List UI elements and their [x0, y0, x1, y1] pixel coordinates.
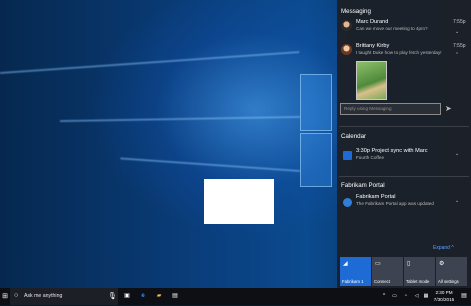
notification-sender: Brittany Kirby — [356, 43, 390, 49]
calendar-icon — [343, 151, 352, 160]
notification-time: 7:55p — [453, 43, 466, 49]
volume-icon[interactable]: ◁ — [412, 288, 421, 305]
chevron-down-icon[interactable]: ⌄ — [455, 198, 459, 204]
chevron-down-icon[interactable]: ⌄ — [455, 151, 459, 157]
divider — [339, 126, 469, 127]
chevron-down-icon[interactable]: ⌄ — [455, 29, 459, 35]
cortana-search-box[interactable]: ○ Ask me anything 🎙︎ — [10, 288, 118, 305]
connect-icon: ▭ — [375, 261, 381, 267]
notification-sender: Marc Durand — [356, 19, 389, 25]
notification-brittany-kirby[interactable]: Brittany Kirby I taught Duke how to play… — [339, 42, 469, 102]
notification-message: Can we move our meeting to 4pm? — [356, 26, 428, 31]
light-beam — [120, 157, 301, 172]
wifi-icon[interactable]: ◔ — [401, 288, 410, 305]
event-location: Fourth Coffee — [356, 155, 385, 160]
task-view-icon[interactable]: ▣ — [121, 288, 133, 305]
quick-action-label: Tablet mode — [406, 279, 430, 284]
notification-marc-durand[interactable]: Marc Durand Can we move our meeting to 4… — [339, 18, 469, 40]
file-explorer-icon[interactable]: ▰ — [153, 288, 165, 305]
portal-title: Fabrikam Portal — [356, 194, 396, 200]
action-center-icon[interactable]: ▤ — [459, 288, 469, 305]
notification-message: I taught Duke how to play fetch yesterda… — [356, 50, 442, 55]
divider — [339, 176, 469, 177]
windows-icon: ⊞ — [2, 293, 8, 300]
quick-action-label: All settings — [438, 279, 459, 284]
expand-link[interactable]: Expand ^ — [433, 245, 454, 251]
taskbar: ⊞ ○ Ask me anything 🎙︎ ▣ e ▰ ▤ ^ ▭ ◔ ◁ ▦… — [0, 288, 471, 305]
light-beam — [0, 51, 300, 74]
portal-section-title: Fabrikam Portal — [341, 182, 385, 189]
quick-action-label: Connect — [374, 279, 391, 284]
chevron-up-icon[interactable]: ^ — [380, 288, 388, 305]
notification-fabrikam-portal[interactable]: Fabrikam Portal The Fabrikam Portal app … — [339, 192, 469, 214]
quick-action-connect[interactable]: ▭ Connect — [372, 257, 403, 286]
dog-photo-thumbnail[interactable] — [356, 61, 387, 100]
store-icon[interactable]: ▤ — [169, 288, 181, 305]
search-icon: ○ — [14, 292, 19, 299]
portal-message: The Fabrikam Portal app was updated — [356, 201, 434, 206]
notification-calendar-event[interactable]: 3:30p Project sync with Marc Fourth Coff… — [339, 145, 469, 169]
quick-action-tablet-mode[interactable]: ▯ Tablet mode — [404, 257, 435, 286]
quick-action-label: Fabrikam 1 — [342, 279, 364, 284]
quick-action-all-settings[interactable]: ⚙ All settings — [436, 257, 467, 286]
calendar-section-title: Calendar — [341, 133, 367, 140]
tablet-icon: ▯ — [407, 261, 411, 267]
portal-app-icon — [343, 198, 352, 207]
messaging-section-title: Messaging — [341, 8, 371, 15]
avatar — [341, 44, 352, 55]
start-button[interactable]: ⊞ — [0, 288, 10, 305]
send-icon[interactable]: ➤ — [445, 104, 452, 113]
notification-time: 7:55p — [453, 19, 466, 25]
event-title: 3:30p Project sync with Marc — [356, 148, 428, 154]
action-center: Messaging Marc Durand Can we move our me… — [337, 0, 471, 288]
windows-logo-pane — [300, 133, 332, 187]
windows-logo-pane — [300, 74, 332, 131]
battery-icon[interactable]: ▭ — [390, 288, 399, 305]
white-window-placeholder — [204, 179, 274, 224]
quick-action-fabrikam[interactable]: ◢ Fabrikam 1 — [340, 257, 371, 286]
keyboard-icon[interactable]: ▦ — [422, 288, 430, 305]
microphone-icon[interactable]: 🎙︎ — [108, 288, 117, 305]
system-clock[interactable]: 2:30 PM 7/30/2015 — [430, 290, 458, 303]
clock-date: 7/30/2015 — [433, 296, 455, 302]
light-beam — [60, 115, 300, 123]
gear-icon: ⚙ — [439, 261, 445, 267]
reply-input[interactable]: Reply using Messaging — [340, 103, 441, 115]
avatar — [341, 20, 352, 31]
edge-browser-icon[interactable]: e — [137, 288, 149, 305]
search-placeholder: Ask me anything — [24, 293, 63, 299]
chevron-up-icon[interactable]: ⌃ — [455, 52, 459, 58]
network-icon: ◢ — [343, 261, 348, 267]
